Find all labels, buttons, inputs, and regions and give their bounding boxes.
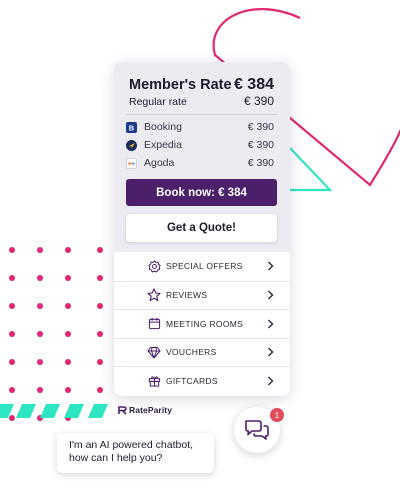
- chatbot-greeting-bubble[interactable]: I'm an AI powered chatbot, how can I hel…: [57, 433, 214, 473]
- menu-item-vouchers[interactable]: VOUCHERS: [114, 337, 290, 367]
- rate-divider: [126, 114, 278, 115]
- booking-logo-icon: B: [126, 121, 137, 133]
- ota-list: B Booking € 390 Expedia € 390 Agoda € 39…: [126, 118, 274, 172]
- ota-name: Booking: [144, 121, 182, 133]
- rateparity-brand: RateParity: [118, 405, 172, 415]
- regular-rate-row: Regular rate € 390: [129, 94, 274, 108]
- menu-item-label: GIFTCARDS: [166, 375, 218, 386]
- menu-item-reviews[interactable]: REVIEWS: [114, 280, 290, 310]
- get-quote-button[interactable]: Get a Quote!: [126, 214, 277, 242]
- menu-item-label: SPECIAL OFFERS: [166, 261, 243, 272]
- expedia-logo-icon: [126, 139, 137, 151]
- rate-panel: Member's Rate € 384 Regular rate € 390 B…: [114, 62, 290, 252]
- diamond-icon: [147, 345, 161, 359]
- teal-chevron-strip: [0, 404, 108, 418]
- chat-notification-badge: 1: [270, 408, 284, 422]
- svg-text:B: B: [129, 123, 135, 132]
- menu-item-label: MEETING ROOMS: [166, 318, 244, 329]
- regular-rate-price: € 390: [243, 94, 274, 108]
- chat-message-line: how can I help you?: [69, 452, 163, 464]
- regular-rate-label: Regular rate: [129, 96, 187, 108]
- rate-widget: Member's Rate € 384 Regular rate € 390 B…: [114, 62, 290, 396]
- member-rate-price: € 384: [233, 76, 274, 93]
- chevron-right-icon: [267, 290, 275, 300]
- menu-item-label: VOUCHERS: [166, 347, 217, 358]
- chevron-right-icon: [267, 376, 275, 386]
- badge-icon: [147, 259, 161, 273]
- rateparity-logo-icon: [118, 405, 127, 415]
- member-rate-row: Member's Rate € 384: [129, 76, 274, 94]
- menu-item-special-offers[interactable]: SPECIAL OFFERS: [114, 252, 290, 281]
- calendar-icon: [147, 317, 161, 331]
- widget-menu: SPECIAL OFFERS REVIEWS MEETING ROOMS VOU…: [114, 252, 290, 395]
- agoda-logo-icon: [126, 157, 137, 169]
- chevron-right-icon: [267, 347, 275, 357]
- ota-price: € 390: [247, 121, 274, 133]
- book-now-button[interactable]: Book now: € 384: [126, 179, 277, 206]
- ota-price: € 390: [247, 139, 274, 151]
- pink-dot-grid: [9, 247, 103, 421]
- ota-name: Agoda: [144, 157, 175, 169]
- menu-item-label: REVIEWS: [166, 290, 208, 301]
- member-rate-label: Member's Rate: [129, 77, 232, 93]
- ota-name: Expedia: [144, 139, 182, 151]
- ota-row-booking: B Booking € 390: [126, 118, 274, 136]
- ota-price: € 390: [247, 157, 274, 169]
- chat-message-line: I'm an AI powered chatbot,: [69, 439, 193, 451]
- menu-item-giftcards[interactable]: GIFTCARDS: [114, 366, 290, 395]
- star-icon: [147, 288, 161, 302]
- ota-row-expedia: Expedia € 390: [126, 136, 274, 154]
- chevron-right-icon: [267, 261, 275, 271]
- ota-row-agoda: Agoda € 390: [126, 154, 274, 172]
- chevron-right-icon: [267, 319, 275, 329]
- brand-name: RateParity: [129, 405, 173, 415]
- teal-outline-shape: [289, 147, 333, 192]
- gift-icon: [147, 374, 161, 388]
- menu-item-meeting-rooms[interactable]: MEETING ROOMS: [114, 309, 290, 338]
- chat-bubbles-icon: [244, 419, 270, 441]
